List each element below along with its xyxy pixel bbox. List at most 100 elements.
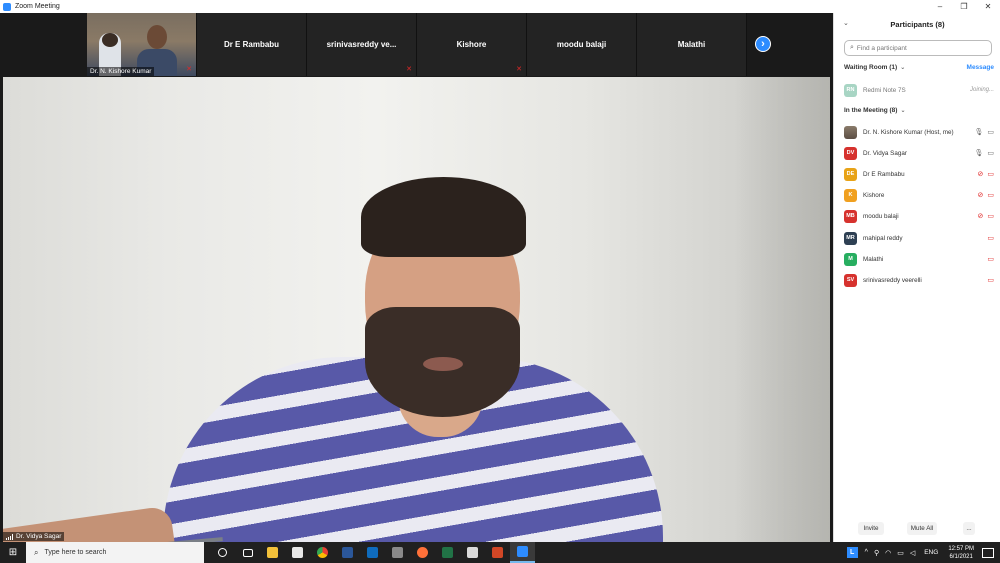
store-icon[interactable] <box>285 542 310 563</box>
search-icon: ⌕ <box>850 44 854 51</box>
waiting-room-header[interactable]: Waiting Room (1) ⌄ Message <box>844 64 994 71</box>
self-video-person-left-head <box>102 33 118 47</box>
speaker-name-label: Dr. Vidya Sagar <box>3 532 65 541</box>
mic-icon[interactable]: 🎙︎ <box>974 149 983 157</box>
battery-icon[interactable]: ▭ <box>897 549 904 557</box>
mic-muted-icon[interactable]: ⊘ <box>978 170 984 178</box>
speaker-name: Dr. Vidya Sagar <box>16 533 62 540</box>
powerpoint-icon[interactable] <box>485 542 510 563</box>
excel-icon[interactable] <box>435 542 460 563</box>
video-off-icon[interactable]: ▭ <box>987 212 994 220</box>
mic-muted-icon[interactable]: ⊘ <box>978 191 984 199</box>
firefox-icon[interactable] <box>410 542 435 563</box>
video-off-icon[interactable]: ▭ <box>987 234 994 242</box>
avatar: DV <box>844 146 857 160</box>
list-item[interactable]: M Malathi ▭ <box>844 252 994 266</box>
mail-icon[interactable] <box>360 542 385 563</box>
taskbar: ⊞ ⌕ Type here to search L ^ ⚲ ◠ ▭ ◁ ENG … <box>0 542 1000 563</box>
video-off-icon[interactable]: ▭ <box>987 255 994 263</box>
avatar: SV <box>844 273 857 287</box>
wifi-icon[interactable]: ◠ <box>885 549 891 557</box>
participant-name: Redmi Note 7S <box>863 86 906 94</box>
search-input[interactable] <box>856 44 982 52</box>
clock-date: 6/1/2021 <box>949 553 973 560</box>
participant-name: Malathi <box>863 255 884 263</box>
mic-muted-icon: ✕ <box>186 66 192 73</box>
list-item[interactable]: SV srinivasreddy veerelli ▭ <box>844 273 994 287</box>
tile-name: srinivasreddy ve... <box>326 40 397 49</box>
gallery-strip: Dr. N. Kishore Kumar ✕ Dr E Rambabu srin… <box>87 13 747 76</box>
video-tile[interactable]: Kishore ✕ <box>417 13 527 76</box>
video-tile[interactable]: Malathi <box>637 13 747 76</box>
participant-name: Dr. Vidya Sagar <box>863 149 907 157</box>
minimize-button[interactable]: – <box>928 0 952 13</box>
video-off-icon[interactable]: ▭ <box>987 276 994 284</box>
self-video-name: Dr. N. Kishore Kumar <box>87 67 155 76</box>
l-app-icon[interactable]: L <box>846 547 858 558</box>
taskbar-search[interactable]: ⌕ Type here to search <box>26 542 204 563</box>
volume-icon[interactable]: ◁ <box>910 549 915 557</box>
zoom-icon[interactable] <box>510 542 535 563</box>
chrome-icon[interactable] <box>310 542 335 563</box>
mute-all-button[interactable]: Mute All <box>907 522 937 535</box>
list-item[interactable]: Dr. N. Kishore Kumar (Host, me) 🎙︎ ▭ <box>844 125 994 139</box>
participant-name: Dr. N. Kishore Kumar (Host, me) <box>863 128 954 136</box>
word-icon[interactable] <box>335 542 360 563</box>
tile-name: Dr E Rambabu <box>223 40 280 49</box>
list-item[interactable]: K Kishore ⊘ ▭ <box>844 188 994 202</box>
notepad-icon[interactable] <box>460 542 485 563</box>
search-icon: ⌕ <box>34 547 39 557</box>
participant-search[interactable]: ⌕ <box>844 40 992 56</box>
mic-muted-icon[interactable]: ⊘ <box>978 212 984 220</box>
list-item[interactable]: MR mahipal reddy ▭ <box>844 231 994 245</box>
notification-icon[interactable] <box>982 547 994 558</box>
language-indicator[interactable]: ENG <box>924 549 938 556</box>
clock[interactable]: 12:57 PM 6/1/2021 <box>948 545 974 561</box>
maximize-button[interactable]: ❐ <box>952 0 976 13</box>
more-button[interactable]: ... <box>963 522 975 535</box>
list-item[interactable]: MB moodu balaji ⊘ ▭ <box>844 209 994 223</box>
self-video-person-right-head <box>147 25 167 49</box>
chevron-down-icon: ⌄ <box>900 65 906 71</box>
video-icon[interactable]: ▭ <box>987 128 994 136</box>
list-item[interactable]: DE Dr E Rambabu ⊘ ▭ <box>844 167 994 181</box>
avatar: DE <box>844 167 857 181</box>
taskbar-search-placeholder: Type here to search <box>44 549 107 556</box>
system-tray: L ^ ⚲ ◠ ▭ ◁ ENG 12:57 PM 6/1/2021 <box>846 542 1000 563</box>
network-icon[interactable]: ⚲ <box>874 549 879 557</box>
task-view-icon[interactable] <box>235 542 260 563</box>
close-button[interactable]: ✕ <box>976 0 1000 13</box>
invite-button[interactable]: Invite <box>858 522 884 535</box>
avatar: MR <box>844 231 857 245</box>
windows-start-button[interactable]: ⊞ <box>0 542 26 563</box>
video-tile[interactable]: Dr E Rambabu <box>197 13 307 76</box>
video-tile[interactable]: srinivasreddy ve... ✕ <box>307 13 417 76</box>
self-video-tile[interactable]: Dr. N. Kishore Kumar ✕ <box>87 13 197 76</box>
message-button[interactable]: Message <box>967 64 994 71</box>
video-icon[interactable]: ▭ <box>987 149 994 157</box>
avatar: MB <box>844 209 857 223</box>
calculator-icon[interactable] <box>385 542 410 563</box>
chevron-down-icon[interactable]: ⌄ <box>843 19 849 27</box>
cortana-icon[interactable] <box>210 542 235 563</box>
video-off-icon[interactable]: ▭ <box>987 191 994 199</box>
in-meeting-header[interactable]: In the Meeting (8) ⌄ <box>844 107 994 114</box>
next-page-button[interactable]: › <box>755 36 771 52</box>
meeting-area: Dr. N. Kishore Kumar ✕ Dr E Rambabu srin… <box>0 13 833 542</box>
chevron-up-icon[interactable]: ^ <box>865 549 868 556</box>
zoom-app-icon <box>3 2 11 11</box>
list-item[interactable]: DV Dr. Vidya Sagar 🎙︎ ▭ <box>844 146 994 160</box>
panel-header: ⌄ Participants (8) <box>834 17 1000 31</box>
avatar: K <box>844 188 857 202</box>
clock-time: 12:57 PM <box>948 545 974 552</box>
tile-name: Kishore <box>456 40 487 49</box>
video-off-icon[interactable]: ▭ <box>987 170 994 178</box>
mic-icon[interactable]: 🎙︎ <box>974 128 983 136</box>
taskbar-apps <box>210 542 535 563</box>
title-bar: Zoom Meeting – ❐ ✕ <box>0 0 1000 13</box>
file-explorer-icon[interactable] <box>260 542 285 563</box>
list-item[interactable]: RN Redmi Note 7S Joining... <box>844 83 994 97</box>
avatar: M <box>844 252 857 266</box>
video-tile[interactable]: moodu balaji <box>527 13 637 76</box>
mic-muted-icon: ✕ <box>516 66 522 73</box>
